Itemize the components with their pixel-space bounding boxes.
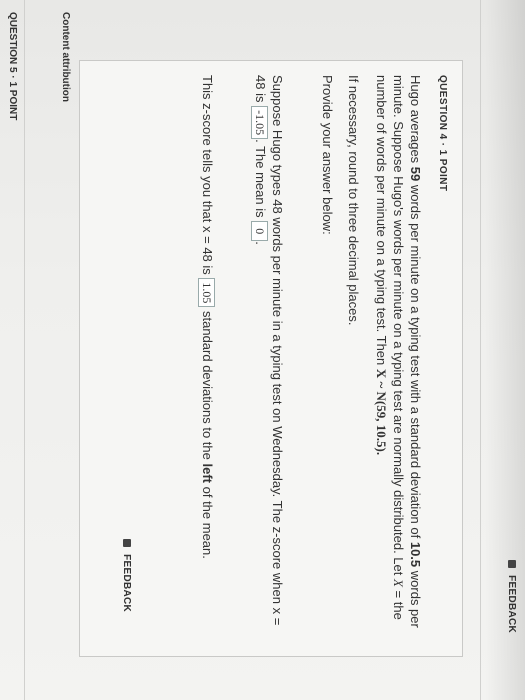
direction-word: left [200, 463, 215, 484]
question-4-label: QUESTION 4 · 1 POINT [437, 75, 448, 192]
interp-text: of the mean. [200, 483, 215, 559]
shadow [485, 0, 525, 700]
stem-text: words per minute on a typing test with a… [408, 181, 423, 542]
divider [24, 0, 25, 700]
page: FEEDBACK QUESTION 4 · 1 POINT Hugo avera… [0, 0, 525, 700]
feedback-label: FEEDBACK [121, 554, 132, 613]
distribution: X ~ N(59, 10.5). [374, 368, 389, 456]
question-4-card: QUESTION 4 · 1 POINT Hugo averages 59 wo… [79, 60, 463, 657]
feedback-label: FEEDBACK [506, 575, 517, 634]
stem-text: Hugo averages [408, 75, 423, 167]
question-4-stem: Hugo averages 59 words per minute on a t… [373, 75, 424, 640]
question-5-label: QUESTION 5 · 1 POINT [7, 12, 18, 121]
content-attribution-link[interactable]: Content attribution [60, 12, 71, 102]
sd-answer-box[interactable]: 1.05 [198, 278, 215, 308]
mean-value: 59 [408, 166, 423, 182]
answer-prompt: Provide your answer below: [320, 75, 335, 235]
zscore-text: . [253, 241, 268, 245]
interpretation: This z-score tells you that x = 48 is 1.… [198, 75, 216, 640]
rounding-instruction: If necessary, round to three decimal pla… [346, 75, 361, 326]
variable-x: X [391, 578, 406, 587]
zscore-answer-box[interactable]: -1.05 [251, 106, 268, 140]
feedback-button[interactable]: FEEDBACK [121, 539, 132, 612]
mean-answer-box[interactable]: 0 [251, 221, 268, 242]
feedback-icon [508, 560, 516, 568]
interp-text: standard deviations to the [200, 307, 215, 464]
feedback-button-top[interactable]: FEEDBACK [506, 560, 517, 633]
feedback-icon [123, 539, 131, 547]
divider [480, 0, 481, 700]
zscore-text: . The mean is [253, 139, 268, 222]
interp-text: This z-score tells you that x = 48 is [200, 75, 215, 279]
zscore-question: Suppose Hugo types 48 words per minute i… [251, 75, 286, 640]
sd-value: 10.5 [408, 541, 423, 568]
